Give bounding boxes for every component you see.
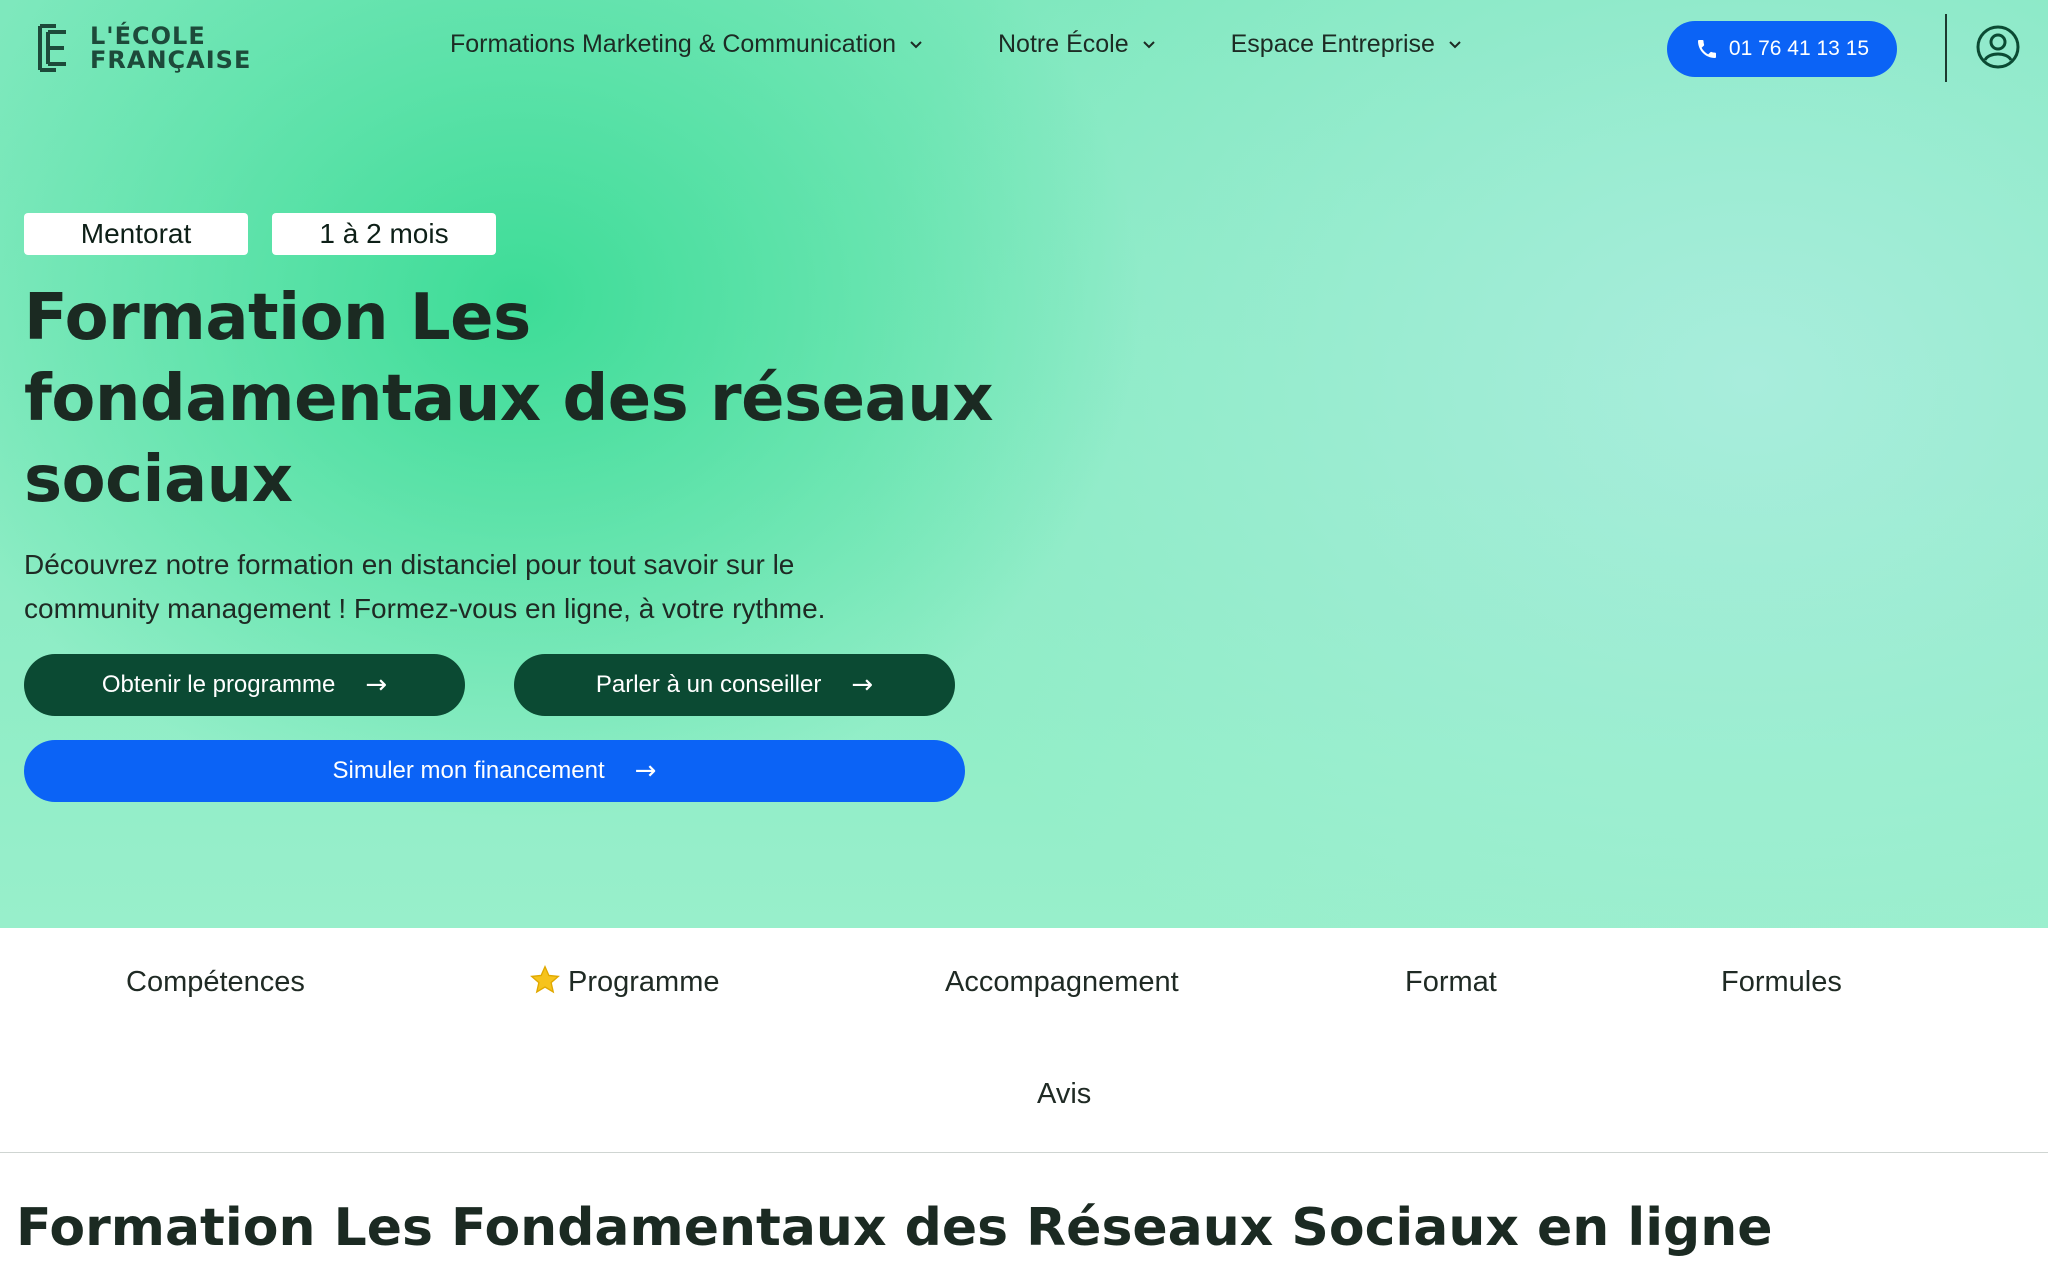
arrow-right-icon: →: [634, 756, 657, 786]
user-account-icon[interactable]: [1975, 24, 2021, 70]
phone-icon: [1697, 40, 1716, 58]
site-header: L'ÉCOLE FRANÇAISE Formations Marketing &…: [0, 0, 2048, 95]
nav-notre-ecole-label: Notre École: [998, 30, 1129, 58]
nav-formations-label: Formations Marketing & Communication: [450, 30, 896, 58]
tab-programme[interactable]: Programme: [528, 964, 720, 999]
logo-line-1: L'ÉCOLE: [90, 22, 206, 50]
tag-duration: 1 à 2 mois: [272, 213, 496, 255]
logo-mark-icon: [38, 24, 66, 72]
talk-advisor-label: Parler à un conseiller: [595, 671, 822, 698]
simulate-funding-label: Simuler mon financement: [332, 757, 605, 784]
logo-line-2: FRANÇAISE: [90, 46, 252, 74]
nav-formations[interactable]: Formations Marketing & Communication: [450, 30, 926, 59]
hero-title: Formation Les fondamentaux des réseaux s…: [24, 281, 994, 517]
chevron-down-icon: [1142, 40, 1155, 48]
hero-subtitle: Découvrez notre formation en distanciel …: [24, 549, 826, 624]
arrow-right-icon: →: [851, 670, 874, 700]
phone-number: 01 76 41 13 15: [1728, 37, 1870, 60]
tab-formules[interactable]: Formules: [1721, 966, 1842, 999]
arrow-right-icon: →: [365, 670, 388, 700]
nav-espace-entreprise[interactable]: Espace Entreprise: [1231, 30, 1465, 59]
main-nav: Formations Marketing & Communication Not…: [450, 30, 1465, 59]
tab-format[interactable]: Format: [1405, 966, 1497, 999]
header-divider: [1945, 14, 1947, 82]
tab-programme-label: Programme: [568, 966, 720, 998]
nav-espace-entreprise-label: Espace Entreprise: [1230, 30, 1435, 58]
talk-advisor-button[interactable]: Parler à un conseiller →: [514, 654, 955, 716]
get-programme-label: Obtenir le programme: [101, 671, 336, 698]
section-title: Formation Les Fondamentaux des Réseaux S…: [16, 1198, 1773, 1258]
tab-accompagnement[interactable]: Accompagnement: [945, 966, 1179, 999]
chevron-down-icon: [1449, 40, 1461, 48]
get-programme-button[interactable]: Obtenir le programme →: [24, 654, 465, 716]
tab-avis[interactable]: Avis: [1037, 1078, 1091, 1111]
phone-button[interactable]: 01 76 41 13 15: [1667, 21, 1897, 77]
logo[interactable]: L'ÉCOLE FRANÇAISE: [36, 22, 251, 74]
star-icon: [530, 965, 560, 994]
section-tabs: Compétences Programme Accompagnement For…: [0, 928, 2048, 1153]
simulate-funding-button[interactable]: Simuler mon financement →: [24, 740, 965, 802]
tab-competences[interactable]: Compétences: [126, 966, 305, 999]
chevron-down-icon: [910, 40, 922, 48]
nav-notre-ecole[interactable]: Notre École: [998, 30, 1159, 59]
tag-format: Mentorat: [24, 213, 248, 255]
